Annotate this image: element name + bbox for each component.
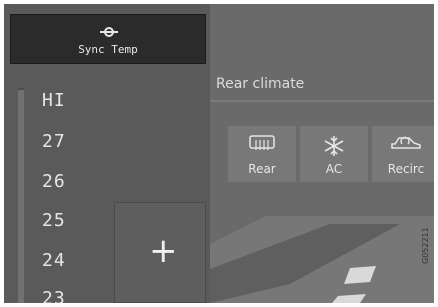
temp-option-26[interactable]: 26: [42, 171, 102, 195]
increase-temperature-button[interactable]: +: [114, 202, 206, 303]
ac-snowflake-icon: [300, 134, 368, 158]
temp-option-hi[interactable]: HI: [42, 90, 102, 114]
rear-defrost-button[interactable]: Rear: [228, 126, 296, 182]
recirc-label: Recirc: [387, 162, 425, 176]
temp-option-25[interactable]: 25: [42, 210, 102, 234]
decorative-graphic: [210, 204, 434, 303]
temp-option-23[interactable]: 23: [42, 288, 102, 303]
recirc-button[interactable]: Recirc: [372, 126, 434, 182]
sync-temp-label: Sync Temp: [78, 43, 138, 56]
temp-option-27[interactable]: 27: [42, 131, 102, 155]
ac-button[interactable]: AC: [300, 126, 368, 182]
rear-climate-title: Rear climate: [216, 76, 305, 92]
temperature-scale-bar: [18, 88, 24, 303]
divider: [210, 100, 434, 102]
rear-defrost-label: Rear: [248, 162, 276, 176]
rear-defrost-icon: [228, 134, 296, 154]
sync-temp-button[interactable]: Sync Temp: [10, 14, 206, 64]
climate-screen: Sync Temp HI 27 26 25 24 23 + Rear clima…: [4, 4, 434, 303]
image-code: G052211: [421, 227, 430, 264]
plus-icon: +: [149, 231, 178, 271]
temperature-panel: Sync Temp HI 27 26 25 24 23 +: [4, 4, 210, 303]
temp-option-24[interactable]: 24: [42, 250, 102, 274]
ac-label: AC: [325, 162, 343, 176]
recirculation-icon: [372, 134, 434, 154]
sync-icon: [100, 23, 118, 42]
